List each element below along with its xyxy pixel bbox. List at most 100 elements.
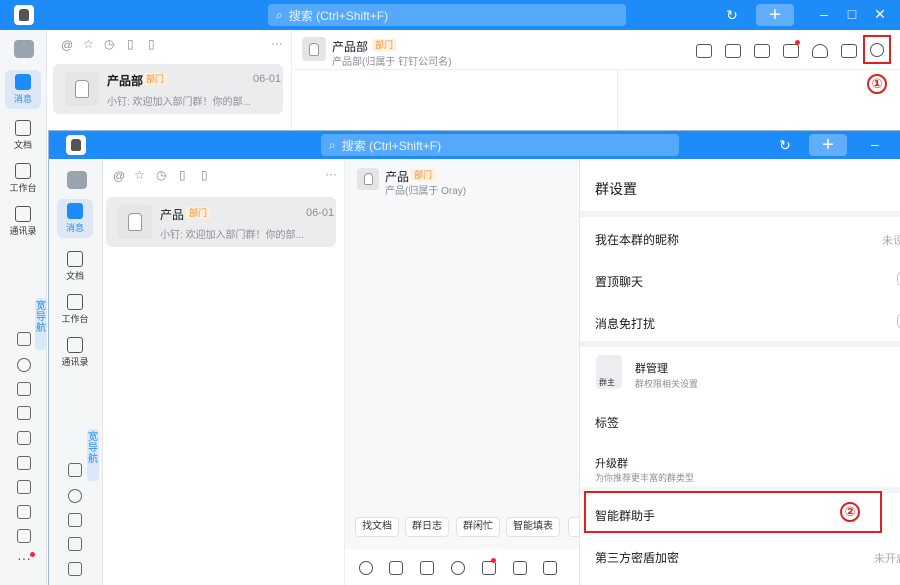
star-icon[interactable]: ☆ [83,37,94,51]
back-wide-nav-toggle[interactable]: 宽导航 [35,298,47,350]
phone-icon[interactable] [17,332,31,346]
owner-badge: 群主 [599,378,615,387]
document-icon[interactable]: ▯ [148,37,155,51]
rail-item-workbench[interactable]: 工作台 [5,163,41,194]
clock-icon[interactable]: ◷ [104,37,114,51]
mention-icon[interactable] [451,561,465,575]
nickname-value: 未设 [882,235,900,247]
front-titlebar: ⌕ 搜索 (Ctrl+Shift+F) ↻ + – [49,131,900,159]
rail-item-docs[interactable]: 文档 [5,120,41,151]
rail-item-workbench[interactable]: 工作台 [57,294,93,325]
history-icon[interactable]: ↻ [724,7,740,24]
rail-item-contacts[interactable]: 通讯录 [5,206,41,237]
search-icon: ⌕ [329,137,336,152]
grid-icon [67,294,83,310]
more-icon[interactable]: ··· [17,550,31,566]
rail-item-contacts[interactable]: 通讯录 [57,337,93,368]
rail-item-messages[interactable]: 消息 [57,199,93,238]
tags-row[interactable]: 标签 [595,414,619,431]
pin-chat-row: 置顶聊天 [595,275,644,289]
contacts-icon [15,206,31,222]
phone-icon[interactable] [68,463,82,477]
task-icon[interactable] [68,537,82,551]
notes-icon[interactable] [17,505,31,519]
document-icon[interactable]: ▯ [201,168,208,182]
mention-icon[interactable]: @ [113,169,125,183]
calendar-icon[interactable] [68,513,82,527]
encryption-value: 未开启 [874,553,900,565]
upgrade-group-row[interactable]: 升级群 [595,455,628,471]
more-options-icon[interactable]: ··· [325,167,337,181]
step-marker-1: ① [867,74,887,94]
clock-icon[interactable]: ◷ [156,168,166,182]
file-icon[interactable]: ▯ [179,168,186,182]
calendar-icon[interactable] [17,382,31,396]
lightning-icon[interactable] [17,431,31,445]
speaker-icon[interactable] [754,44,770,58]
mention-icon[interactable]: @ [61,38,73,52]
back-nav-rail: 消息 文档 工作台 通讯录 宽导航 ··· [0,30,47,585]
front-nav-rail: 消息 文档 工作台 通讯录 宽导航 [49,159,103,585]
conversation-item[interactable]: 产品部 部门 06-01 小钉: 欢迎加入部门群！你的部... [53,64,283,114]
video-icon[interactable] [696,44,712,58]
file-icon[interactable]: ▯ [127,37,134,51]
chat-avatar [357,168,379,190]
nickname-row[interactable]: 我在本群的昵称 [595,231,679,248]
back-search-input[interactable]: ⌕ 搜索 (Ctrl+Shift+F) [268,4,626,26]
divider [580,211,900,217]
minimize-button[interactable]: – [816,6,832,22]
rail-item-messages[interactable]: 消息 [5,70,41,109]
task-icon[interactable] [17,406,31,420]
check-icon[interactable] [725,44,741,58]
calendar-icon[interactable] [543,561,557,575]
more-options-icon[interactable]: ··· [271,36,283,50]
scissors-icon[interactable] [420,561,434,575]
folder-icon[interactable] [783,44,799,58]
rail-item-docs[interactable]: 文档 [57,251,93,282]
history-icon[interactable]: ↻ [777,137,793,154]
front-conversation-list: @ ☆ ◷ ▯ ▯ ··· 产品 部门 06-01 小钉: 欢迎加入部门群！你的… [103,159,345,585]
front-chat-header: 产品 部门 产品(归属于 Oray) [345,159,579,197]
add-member-icon[interactable] [812,44,828,58]
quick-chip-docs[interactable]: 找文档 [355,517,399,537]
close-button[interactable]: ✕ [872,6,888,23]
folder-icon[interactable] [17,529,31,543]
assistant-highlight-box [584,491,882,533]
upload-icon[interactable] [513,561,527,575]
chat-icon [67,203,83,219]
org-avatar-icon[interactable] [67,171,87,189]
thumbs-up-icon[interactable] [389,561,403,575]
cloud-icon[interactable] [68,489,82,503]
encryption-row[interactable]: 第三方密盾加密 [595,549,679,566]
star-icon[interactable]: ☆ [134,168,145,182]
app-logo-icon [66,135,86,155]
text-icon[interactable] [17,456,31,470]
red-packet-icon[interactable] [482,561,496,575]
owner-avatar: 群主 [596,355,622,389]
cloud-icon[interactable] [17,358,31,372]
doc-icon [15,120,31,136]
lightning-icon[interactable] [68,562,82,576]
emoji-icon[interactable] [359,561,373,575]
maximize-button[interactable]: □ [844,6,860,22]
quick-chip-log[interactable]: 群日志 [405,517,449,537]
chat-avatar [302,37,326,61]
back-add-button[interactable]: + [756,4,794,26]
minimize-button[interactable]: – [867,136,883,152]
mail-icon[interactable] [17,480,31,494]
group-avatar [118,205,152,239]
front-search-input[interactable]: ⌕ 搜索 (Ctrl+Shift+F) [321,134,679,156]
dept-tag: 部门 [143,73,168,85]
group-avatar [65,72,99,106]
front-add-button[interactable]: + [809,134,847,156]
grid-icon [15,163,31,179]
front-chat-area: 产品 部门 产品(归属于 Oray) 找文档 群日志 群闲忙 智能填表 [345,159,588,585]
front-wide-nav-toggle[interactable]: 宽导航 [87,429,99,481]
quick-chip-status[interactable]: 群闲忙 [456,517,500,537]
quick-chip-form[interactable]: 智能填表 [506,517,560,537]
settings-highlight-box [863,35,891,64]
group-manage-row[interactable]: 群管理 [635,360,668,376]
search-list-icon[interactable] [841,44,857,58]
conversation-item[interactable]: 产品 部门 06-01 小钉: 欢迎加入部门群！你的部... [106,197,336,247]
org-avatar-icon[interactable] [14,40,34,58]
